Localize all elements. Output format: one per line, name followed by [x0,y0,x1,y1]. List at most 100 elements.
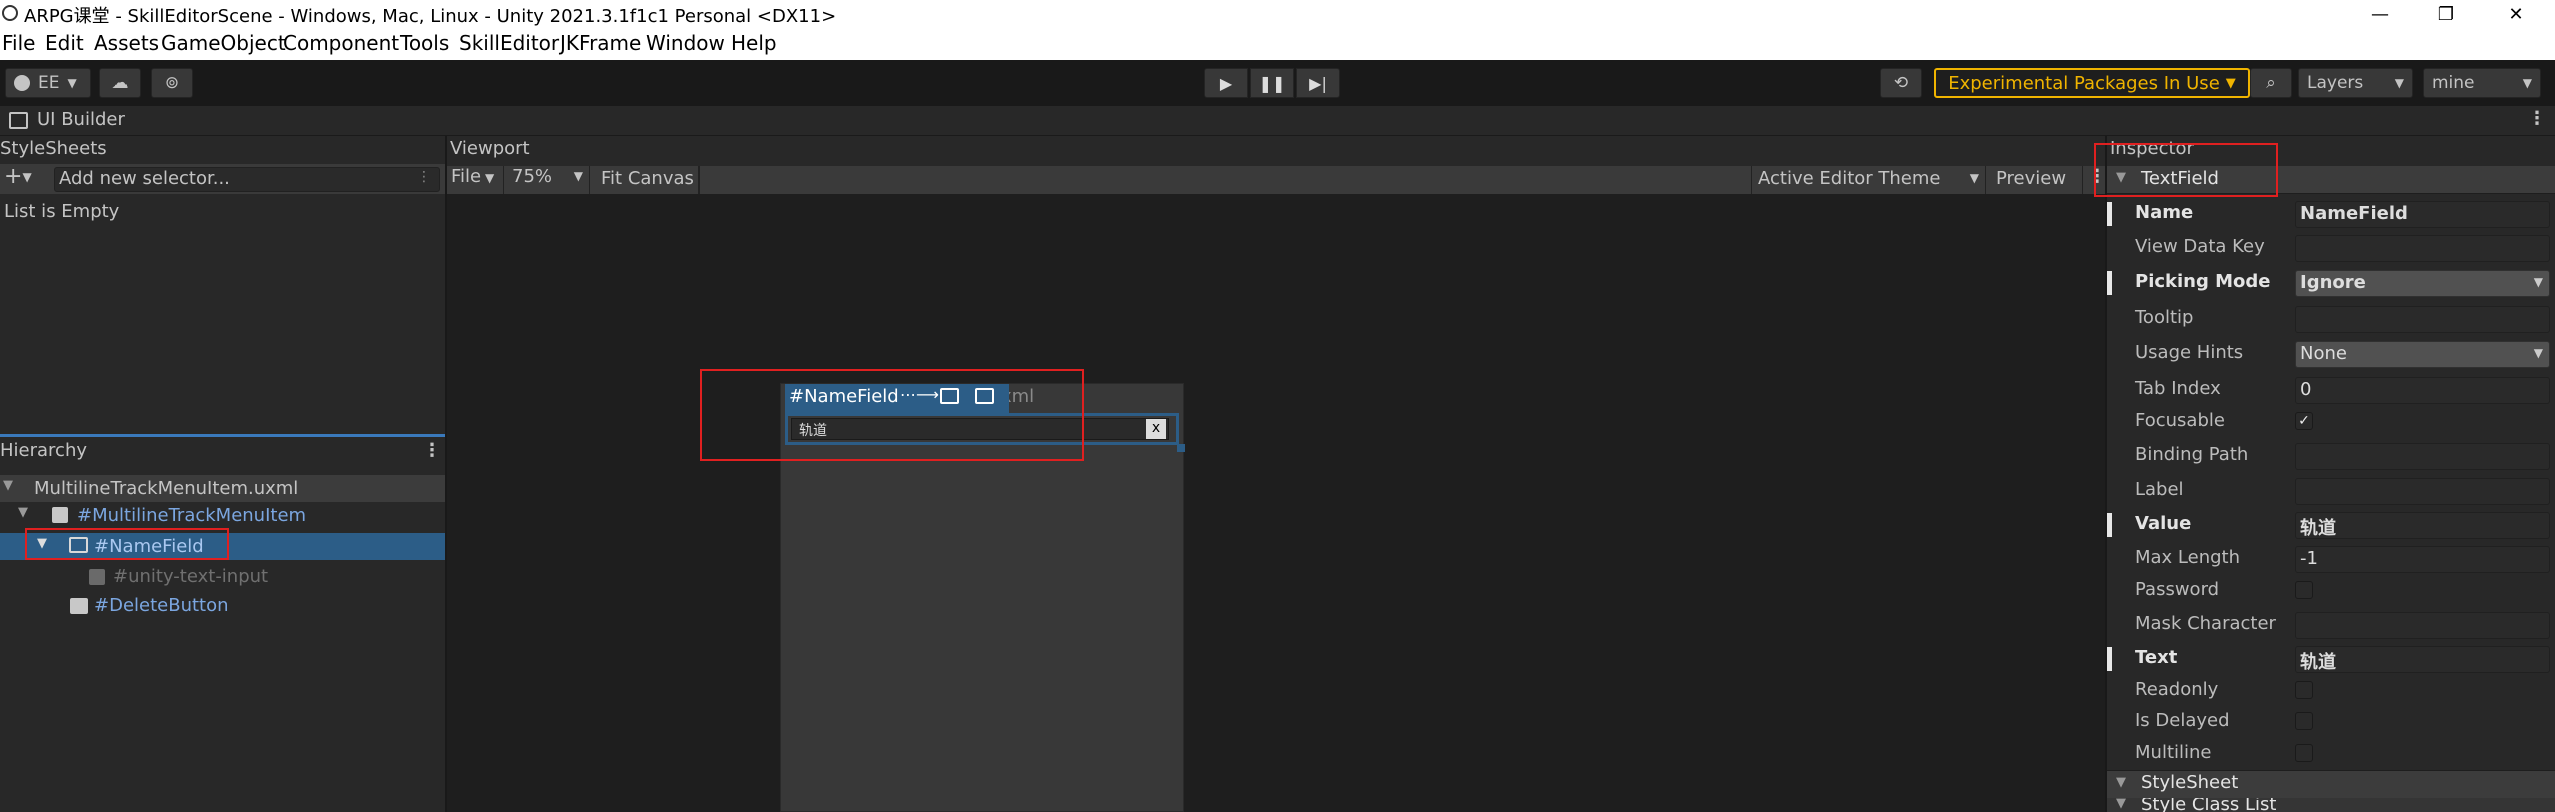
override-indicator [2107,513,2112,537]
usage-hints-dropdown[interactable]: None ▼ [2295,341,2550,368]
hierarchy-item-unity-text-input[interactable]: #unity-text-input [113,566,268,587]
cloud-icon: ☁ [111,73,129,93]
view-data-key-input[interactable] [2295,235,2550,262]
name-value: NameField [2300,203,2408,224]
style-class-list-header[interactable]: ▼ Style Class List [2107,798,2555,812]
field-label-is-delayed: Is Delayed [2135,710,2230,731]
theme-label: Active Editor Theme [1758,168,1941,189]
button-icon [70,598,88,614]
text-input[interactable]: 轨道 [2295,646,2550,673]
resize-handle[interactable] [1177,444,1185,452]
menu-edit[interactable]: Edit [45,31,84,55]
experimental-packages-button[interactable]: Experimental Packages In Use ▼ [1934,68,2250,98]
viewport-file-menu[interactable]: File ▼ [451,166,494,187]
collab-button[interactable]: ⊚ [151,68,193,98]
history-button[interactable]: ⟲ [1880,68,1922,98]
style-class-list-title: Style Class List [2141,798,2277,812]
menu-skilleditor[interactable]: SkillEditor [459,31,559,55]
collapse-arrow-icon[interactable]: ▼ [2116,798,2126,811]
hierarchy-item-delete-button[interactable]: #DeleteButton [94,595,229,616]
menu-assets[interactable]: Assets [94,31,159,55]
account-icon [14,75,30,91]
menu-tools[interactable]: Tools [400,31,449,55]
readonly-checkbox[interactable] [2295,681,2313,699]
override-indicator [2107,271,2112,295]
window-title: ARPG课堂 - SkillEditorScene - Windows, Mac… [24,6,837,27]
pause-icon: ❚❚ [1258,73,1286,93]
field-label-view-data-key: View Data Key [2135,236,2265,257]
search-icon: ⌕ [2266,73,2276,93]
field-label-tooltip: Tooltip [2135,307,2194,328]
focusable-checkbox[interactable]: ✓ [2295,412,2313,430]
field-label-name: Name [2135,202,2194,223]
step-button[interactable]: ▶| [1296,68,1340,98]
viewport-file-label: File [451,166,482,187]
label-input[interactable] [2295,478,2550,505]
collapse-arrow-icon[interactable]: ▼ [2116,775,2126,790]
multiline-checkbox[interactable] [2295,744,2313,762]
viewport-canvas[interactable] [447,194,2105,812]
expand-arrow-icon[interactable]: ▼ [18,505,28,520]
add-selector-placeholder: Add new selector... [59,168,230,189]
chevron-down-icon: ▼ [2533,346,2543,360]
preview-label: Preview [1996,168,2067,189]
play-icon: ▶ [1219,73,1233,93]
stylesheets-empty-text: List is Empty [4,201,120,222]
expand-arrow-icon[interactable]: ▼ [3,478,13,493]
menu-jkframe[interactable]: JKFrame [560,31,641,55]
hierarchy-item-multiline-track-menu-item[interactable]: #MultilineTrackMenuItem [77,505,306,526]
field-label-password: Password [2135,579,2220,600]
fit-canvas-button[interactable]: Fit Canvas [601,168,694,189]
field-label-mask-character: Mask Character [2135,613,2276,634]
mask-character-input[interactable] [2295,612,2550,639]
value-input[interactable]: 轨道 [2295,512,2550,539]
field-label-focusable: Focusable [2135,410,2225,431]
layers-dropdown[interactable]: Layers ▼ [2298,68,2413,98]
minimize-icon[interactable]: — [2357,0,2403,29]
is-delayed-checkbox[interactable] [2295,712,2313,730]
stylesheet-section-title: StyleSheet [2141,772,2239,793]
tab-index-input[interactable]: 0 [2295,377,2550,404]
ui-builder-tab[interactable]: UI Builder [37,109,125,130]
pause-button[interactable]: ❚❚ [1250,68,1294,98]
chevron-down-icon: ▼ [2522,76,2532,90]
add-selector-input[interactable]: Add new selector... ⋮ [54,167,440,192]
close-icon[interactable]: ✕ [2493,0,2539,29]
preview-toggle[interactable]: Preview [1985,166,2083,194]
field-label-picking-mode: Picking Mode [2135,271,2271,292]
clear-button[interactable]: x [1146,419,1166,439]
hierarchy-item-uxml[interactable]: MultilineTrackMenuItem.uxml [34,478,298,499]
more-options-icon[interactable]: ⋮ [2528,108,2546,129]
text-input-icon [89,569,105,585]
stylesheets-title: StyleSheets [0,138,107,159]
usage-hints-value: None [2300,343,2347,364]
override-indicator [2107,202,2112,226]
menu-gameobject[interactable]: GameObject [161,31,286,55]
binding-path-input[interactable] [2295,443,2550,470]
menu-help[interactable]: Help [731,31,777,55]
field-label-tab-index: Tab Index [2135,378,2221,399]
search-button[interactable]: ⌕ [2250,68,2292,98]
account-dropdown[interactable]: EE ▼ [5,68,91,98]
highlight-box-inspector [2094,143,2278,197]
play-button[interactable]: ▶ [1204,68,1248,98]
toolbar-separator [698,166,700,194]
menu-window[interactable]: Window [646,31,725,55]
tooltip-input[interactable] [2295,306,2550,333]
cloud-button[interactable]: ☁ [99,68,141,98]
layout-dropdown[interactable]: mine ▼ [2423,68,2541,98]
menu-file[interactable]: File [2,31,35,55]
max-length-input[interactable]: -1 [2295,546,2550,573]
theme-dropdown[interactable]: Active Editor Theme ▼ [1751,166,1985,194]
restore-icon[interactable]: ❐ [2423,0,2469,29]
hierarchy-more-icon[interactable]: ⋮ [423,440,441,461]
name-input[interactable]: NameField [2295,201,2550,228]
menu-component[interactable]: Component [283,31,399,55]
add-stylesheet-button[interactable]: +▼ [4,164,32,189]
chevron-down-icon: ▼ [67,76,77,90]
zoom-dropdown[interactable]: 75% ▼ [503,166,590,194]
password-checkbox[interactable] [2295,581,2313,599]
override-indicator [2107,647,2112,671]
chevron-down-icon: ▼ [2533,275,2543,289]
picking-mode-dropdown[interactable]: Ignore ▼ [2295,270,2550,297]
